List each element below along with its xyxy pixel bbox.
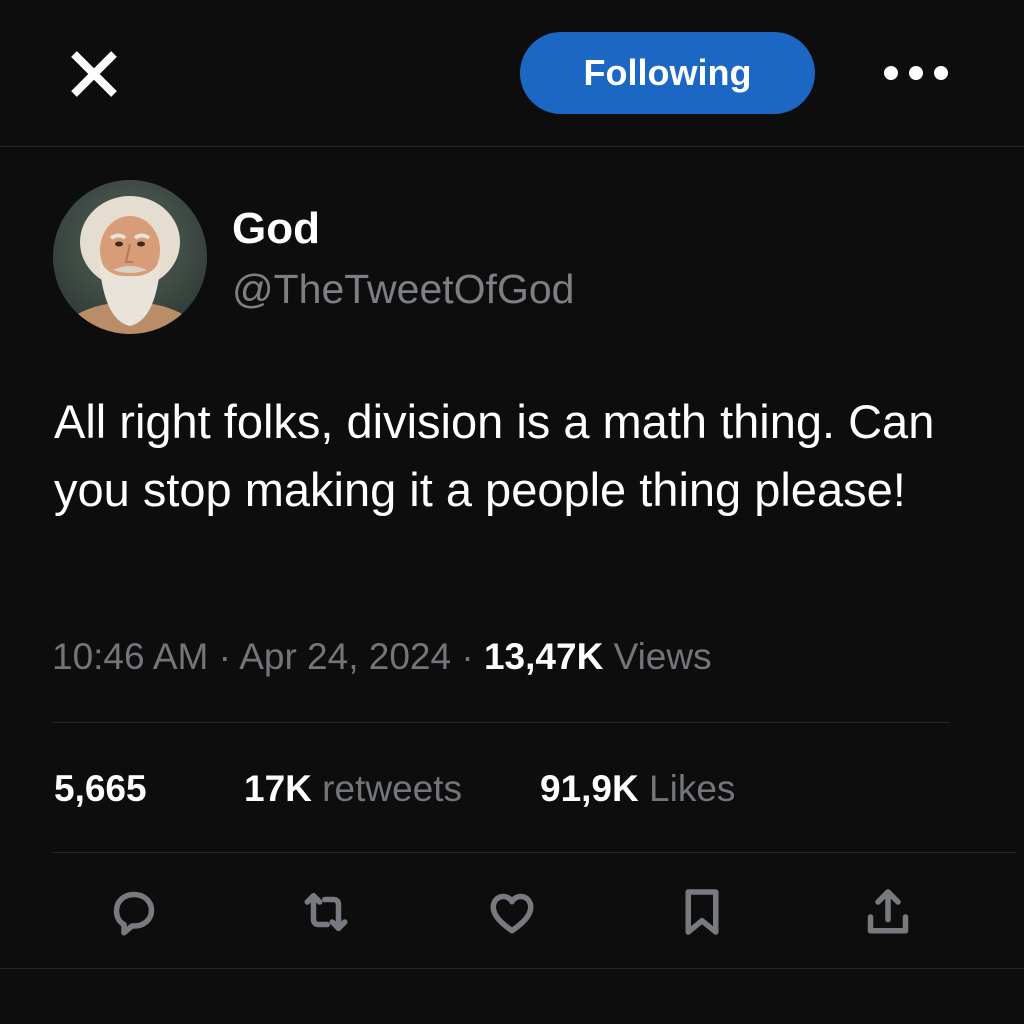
meta-separator: · [218, 636, 231, 677]
views-label: Views [613, 636, 712, 677]
dot [909, 66, 923, 80]
replies-count: 5,665 [54, 768, 147, 809]
stats-top-divider [52, 722, 950, 723]
likes-label: Likes [649, 768, 736, 809]
following-button[interactable]: Following [520, 32, 815, 114]
header-divider [0, 146, 1024, 147]
top-bar: Following [0, 0, 1024, 146]
tweet-date[interactable]: Apr 24, 2024 [239, 636, 451, 677]
author-name[interactable]: God [232, 204, 320, 254]
share-icon[interactable] [856, 880, 920, 944]
likes-stat[interactable]: 91,9K Likes [540, 768, 735, 810]
bookmark-icon[interactable] [670, 880, 734, 944]
tweet-text: All right folks, division is a math thin… [54, 395, 935, 516]
meta-separator: · [461, 636, 474, 677]
retweets-count: 17K [244, 768, 312, 809]
retweets-stat[interactable]: 17K retweets [244, 768, 462, 810]
likes-count: 91,9K [540, 768, 639, 809]
retweets-label: retweets [322, 768, 463, 809]
views-count: 13,47K [483, 636, 604, 677]
x-logo-icon[interactable] [68, 48, 120, 100]
more-dots-icon[interactable] [884, 60, 948, 86]
reply-icon[interactable] [102, 880, 166, 944]
retweet-icon[interactable] [294, 880, 358, 944]
tweet-meta: 10:46 AM · Apr 24, 2024 · 13,47K Views [52, 636, 712, 678]
stats-bottom-divider [52, 852, 1016, 853]
avatar[interactable] [53, 180, 207, 334]
dot [934, 66, 948, 80]
actions-bottom-divider [0, 968, 1024, 969]
replies-stat[interactable]: 5,665 [54, 768, 147, 810]
author-handle[interactable]: @TheTweetOfGod [232, 266, 574, 313]
tweet-time[interactable]: 10:46 AM [52, 636, 208, 677]
like-icon[interactable] [480, 880, 544, 944]
dot [884, 66, 898, 80]
